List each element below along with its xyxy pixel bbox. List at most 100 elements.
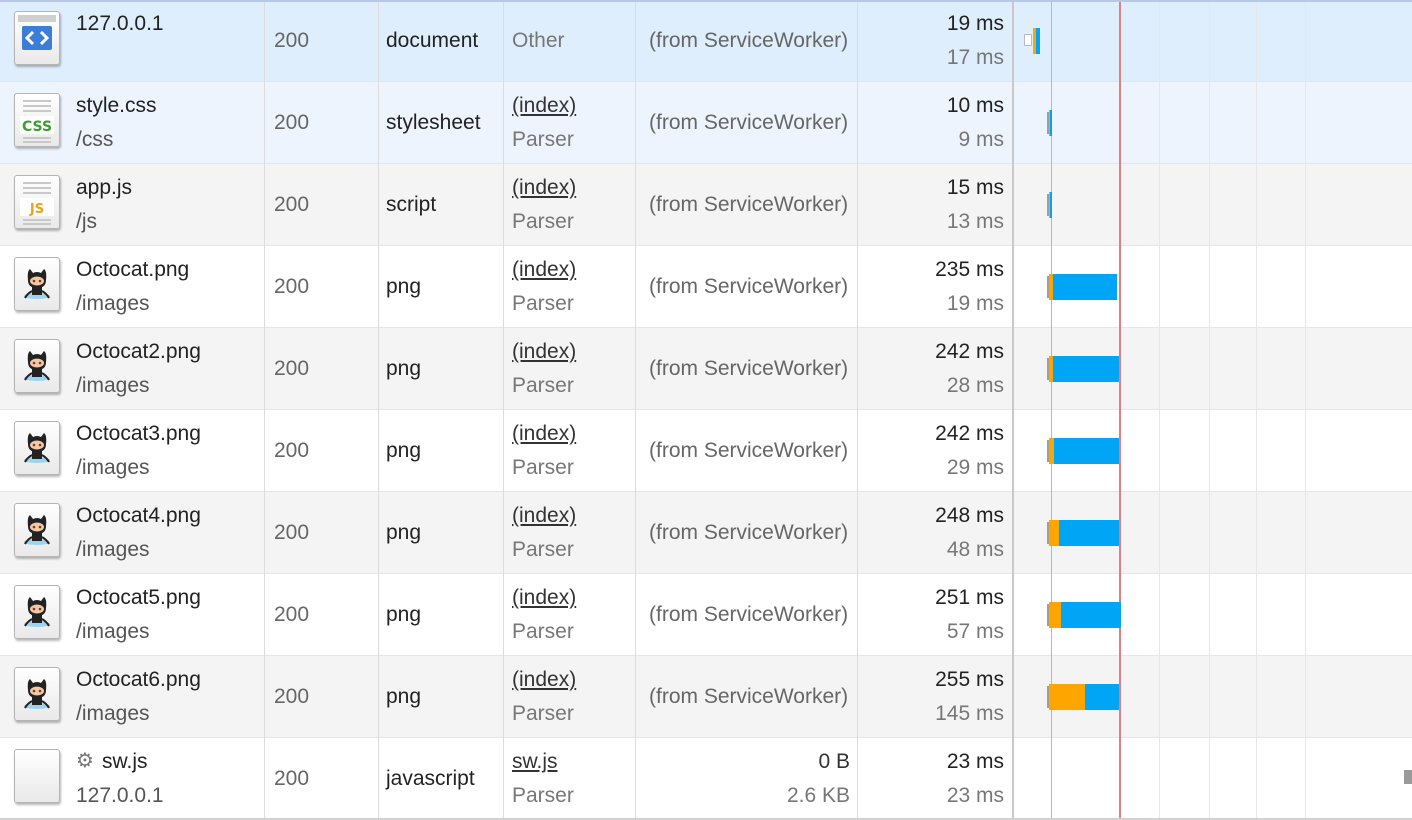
octocat-image-icon bbox=[14, 503, 60, 557]
initiator-link[interactable]: (index) bbox=[512, 94, 576, 118]
js-file-icon: JS bbox=[14, 175, 60, 229]
initiator-link[interactable]: (index) bbox=[512, 504, 576, 528]
transfer-size: (from ServiceWorker) bbox=[649, 274, 849, 298]
latency-time: 29 ms bbox=[946, 456, 1004, 479]
total-time: 19 ms bbox=[946, 12, 1004, 35]
request-row[interactable]: 127.0.0.1 200 document Other (from ServiceWo… bbox=[0, 0, 1412, 82]
resource-type: png bbox=[386, 684, 422, 708]
request-row[interactable]: Octocat3.png/images 200 png (index) Parser (f… bbox=[0, 410, 1412, 492]
column-divider bbox=[378, 0, 379, 820]
request-name: sw.js bbox=[102, 750, 148, 773]
column-divider bbox=[857, 0, 858, 820]
request-path: /images bbox=[76, 702, 150, 725]
resource-type: script bbox=[386, 192, 437, 216]
request-row[interactable]: Octocat.png/images 200 png (index) Parser (fr… bbox=[0, 246, 1412, 328]
initiator-type: Parser bbox=[512, 456, 574, 479]
waterfall-waiting-bar bbox=[1049, 684, 1085, 710]
request-path: /js bbox=[76, 210, 97, 233]
total-time: 248 ms bbox=[935, 504, 1004, 527]
scrollbar-thumb[interactable] bbox=[1404, 770, 1412, 784]
request-name: Octocat5.png bbox=[76, 586, 201, 609]
resource-type: png bbox=[386, 602, 422, 626]
waterfall-gridline bbox=[1256, 0, 1257, 820]
initiator-link[interactable]: (index) bbox=[512, 668, 576, 692]
waterfall-waiting-bar bbox=[1049, 602, 1061, 628]
transfer-size: (from ServiceWorker) bbox=[649, 192, 849, 216]
status-code: 200 bbox=[274, 192, 310, 216]
request-path: /images bbox=[76, 538, 150, 561]
waterfall-gridline bbox=[1159, 0, 1160, 820]
total-time: 23 ms bbox=[946, 750, 1004, 773]
status-code: 200 bbox=[274, 602, 310, 626]
request-row[interactable]: JS app.js/js 200 script (index) Parser (from S… bbox=[0, 164, 1412, 246]
request-row[interactable]: Octocat6.png/images 200 png (index) Parser (f… bbox=[0, 656, 1412, 738]
column-divider bbox=[635, 0, 636, 820]
request-path: /images bbox=[76, 374, 150, 397]
initiator-link[interactable]: (index) bbox=[512, 422, 576, 446]
initiator-type: Parser bbox=[512, 538, 574, 561]
svg-text:CSS: CSS bbox=[22, 119, 52, 135]
resource-size: 2.6 KB bbox=[786, 784, 850, 807]
resource-type: png bbox=[386, 274, 422, 298]
column-divider bbox=[264, 0, 265, 820]
latency-time: 19 ms bbox=[946, 292, 1004, 315]
request-name: Octocat2.png bbox=[76, 340, 201, 363]
latency-time: 145 ms bbox=[935, 702, 1004, 725]
request-row[interactable]: Octocat4.png/images 200 png (index) Parser (f… bbox=[0, 492, 1412, 574]
initiator-link[interactable]: (index) bbox=[512, 258, 576, 282]
request-row[interactable]: Octocat2.png/images 200 png (index) Parser (f… bbox=[0, 328, 1412, 410]
resource-type: javascript bbox=[386, 766, 475, 790]
status-code: 200 bbox=[274, 274, 310, 298]
initiator-type: Parser bbox=[512, 128, 574, 151]
html-document-icon bbox=[14, 11, 60, 65]
request-name: app.js bbox=[76, 176, 133, 199]
request-path: /images bbox=[76, 456, 150, 479]
initiator-link[interactable]: (index) bbox=[512, 176, 576, 200]
total-time: 10 ms bbox=[946, 94, 1004, 117]
gear-icon: ⚙ bbox=[76, 750, 94, 772]
latency-time: 48 ms bbox=[946, 538, 1004, 561]
initiator-type: Parser bbox=[512, 702, 574, 725]
latency-time: 9 ms bbox=[958, 128, 1004, 151]
request-name: Octocat4.png bbox=[76, 504, 201, 527]
request-path: /css bbox=[76, 128, 114, 151]
waterfall-download-bar bbox=[1085, 684, 1119, 710]
request-row[interactable]: Octocat5.png/images 200 png (index) Parser (f… bbox=[0, 574, 1412, 656]
waterfall-queued-bar bbox=[1024, 34, 1032, 46]
waterfall-download-bar bbox=[1050, 110, 1052, 136]
status-code: 200 bbox=[274, 356, 310, 380]
initiator-link[interactable]: sw.js bbox=[512, 750, 558, 774]
octocat-image-icon bbox=[14, 339, 60, 393]
initiator-type: Parser bbox=[512, 292, 574, 315]
transfer-size: (from ServiceWorker) bbox=[649, 520, 849, 544]
waterfall-waiting-bar bbox=[1049, 520, 1059, 546]
svg-text:JS: JS bbox=[29, 202, 44, 217]
total-time: 242 ms bbox=[935, 422, 1004, 445]
table-top-border bbox=[0, 0, 1412, 2]
total-time: 251 ms bbox=[935, 586, 1004, 609]
initiator-type: Parser bbox=[512, 784, 574, 807]
resource-type: png bbox=[386, 520, 422, 544]
initiator-link[interactable]: (index) bbox=[512, 340, 576, 364]
blank-file-icon bbox=[14, 749, 60, 803]
resource-type: document bbox=[386, 28, 479, 52]
waterfall-download-bar bbox=[1036, 28, 1040, 54]
waterfall-gridline bbox=[1305, 0, 1306, 820]
css-file-icon: CSS bbox=[14, 93, 60, 147]
resource-type: stylesheet bbox=[386, 110, 481, 134]
status-code: 200 bbox=[274, 766, 310, 790]
total-time: 255 ms bbox=[935, 668, 1004, 691]
column-divider bbox=[503, 0, 504, 820]
request-row[interactable]: ⚙ sw.js 127.0.0.1 200 javascript sw.js Parser 0… bbox=[0, 738, 1412, 820]
octocat-image-icon bbox=[14, 667, 60, 721]
initiator-type: Parser bbox=[512, 210, 574, 233]
initiator-link[interactable]: (index) bbox=[512, 586, 576, 610]
request-row[interactable]: CSS style.css/css 200 stylesheet (index) Pars… bbox=[0, 82, 1412, 164]
latency-time: 28 ms bbox=[946, 374, 1004, 397]
total-time: 242 ms bbox=[935, 340, 1004, 363]
waterfall-download-bar bbox=[1054, 438, 1119, 464]
request-name: 127.0.0.1 bbox=[76, 12, 164, 35]
total-time: 235 ms bbox=[935, 258, 1004, 281]
total-time: 15 ms bbox=[946, 176, 1004, 199]
resource-type: png bbox=[386, 356, 422, 380]
